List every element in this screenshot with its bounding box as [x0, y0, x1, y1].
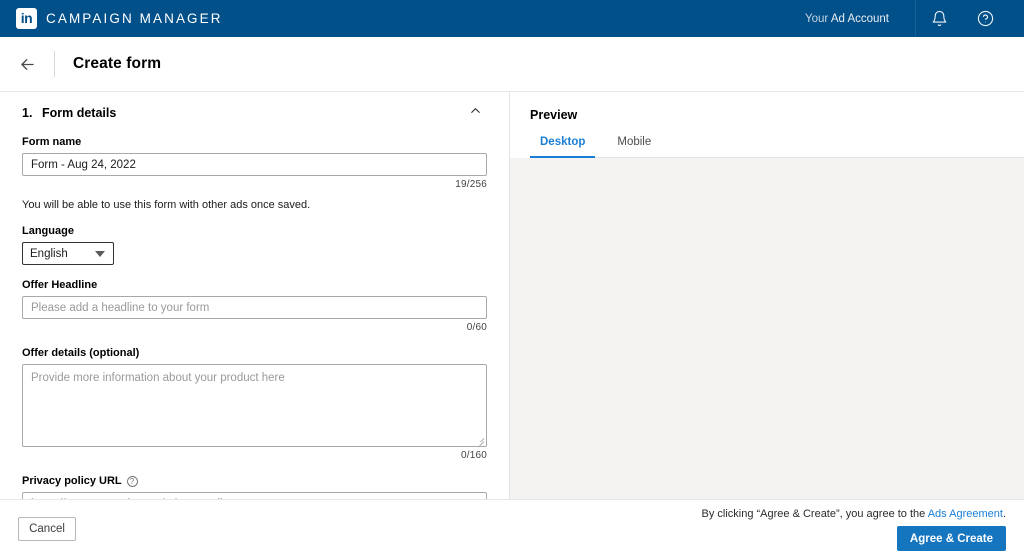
privacy-policy-label-text: Privacy policy URL — [22, 475, 122, 487]
form-name-field-group: Form name 19/256 You will be able to use… — [22, 136, 487, 211]
nav-right-group: Your Ad Account — [805, 0, 1008, 37]
privacy-policy-input[interactable] — [22, 492, 487, 499]
offer-details-textarea[interactable] — [22, 364, 487, 447]
tab-mobile[interactable]: Mobile — [607, 136, 661, 158]
notifications-bell-icon[interactable] — [916, 0, 962, 37]
ad-account-selector[interactable]: Your Ad Account — [805, 13, 915, 25]
offer-headline-field-group: Offer Headline 0/60 — [22, 279, 487, 333]
language-select[interactable]: English — [22, 242, 114, 265]
offer-headline-input[interactable] — [22, 296, 487, 319]
form-name-label: Form name — [22, 136, 82, 148]
form-name-counter: 19/256 — [455, 179, 487, 190]
preview-tabs: Desktop Mobile — [530, 136, 1024, 158]
page-body: 1. Form details Form name 19/256 You wil… — [0, 92, 1024, 499]
agreement-prefix: By clicking “Agree & Create”, you agree … — [701, 508, 928, 520]
offer-details-counter: 0/160 — [460, 450, 487, 461]
offer-details-field-group: Offer details (optional) 0/160 — [22, 347, 487, 461]
form-name-input[interactable] — [22, 153, 487, 176]
footer-bar: Cancel By clicking “Agree & Create”, you… — [0, 499, 1024, 557]
offer-headline-label: Offer Headline — [22, 279, 98, 291]
privacy-policy-label: Privacy policy URL ? — [22, 475, 487, 487]
offer-headline-counter: 0/60 — [466, 322, 487, 333]
linkedin-logo-icon: in — [16, 8, 37, 29]
page-header: Create form — [0, 37, 1024, 92]
back-arrow-icon[interactable] — [0, 37, 54, 92]
form-name-helper-text: You will be able to use this form with o… — [22, 199, 311, 211]
section-number: 1. — [22, 106, 33, 120]
campaign-manager-page: in CAMPAIGN MANAGER Your Ad Account Crea… — [0, 0, 1024, 557]
top-navigation-bar: in CAMPAIGN MANAGER Your Ad Account — [0, 0, 1024, 37]
language-field-group: Language English — [22, 225, 487, 265]
page-title: Create form — [73, 55, 162, 72]
language-label: Language — [22, 225, 74, 237]
section-title: Form details — [42, 106, 117, 120]
ads-agreement-link[interactable]: Ads Agreement — [928, 508, 1003, 520]
cancel-button[interactable]: Cancel — [18, 517, 76, 541]
form-panel: 1. Form details Form name 19/256 You wil… — [0, 92, 510, 499]
form-details-section-header[interactable]: 1. Form details — [22, 92, 487, 122]
agreement-text: By clicking “Agree & Create”, you agree … — [701, 508, 1006, 520]
offer-details-textarea-wrapper — [22, 364, 487, 448]
brand-logo-group[interactable]: in CAMPAIGN MANAGER — [16, 8, 223, 29]
preview-panel: Preview Desktop Mobile — [510, 92, 1024, 499]
form-fields-container: 1. Form details Form name 19/256 You wil… — [0, 92, 509, 499]
question-mark-icon[interactable]: ? — [126, 475, 138, 487]
brand-title: CAMPAIGN MANAGER — [46, 11, 223, 26]
language-select-wrapper: English — [22, 242, 114, 265]
account-name-label: Ad Account — [830, 12, 889, 25]
tab-desktop[interactable]: Desktop — [530, 136, 596, 158]
chevron-up-icon[interactable] — [468, 103, 487, 123]
agreement-suffix: . — [1002, 508, 1006, 520]
help-circle-icon[interactable] — [962, 0, 1008, 37]
preview-canvas — [510, 158, 1024, 499]
preview-title: Preview — [530, 108, 578, 122]
privacy-policy-field-group: Privacy policy URL ? 0/2,000 — [22, 475, 487, 499]
preview-header: Preview Desktop Mobile — [510, 92, 1024, 158]
agree-and-create-button[interactable]: Agree & Create — [896, 526, 1006, 551]
offer-details-label: Offer details (optional) — [22, 347, 140, 359]
account-lead-label: Your — [805, 12, 829, 25]
